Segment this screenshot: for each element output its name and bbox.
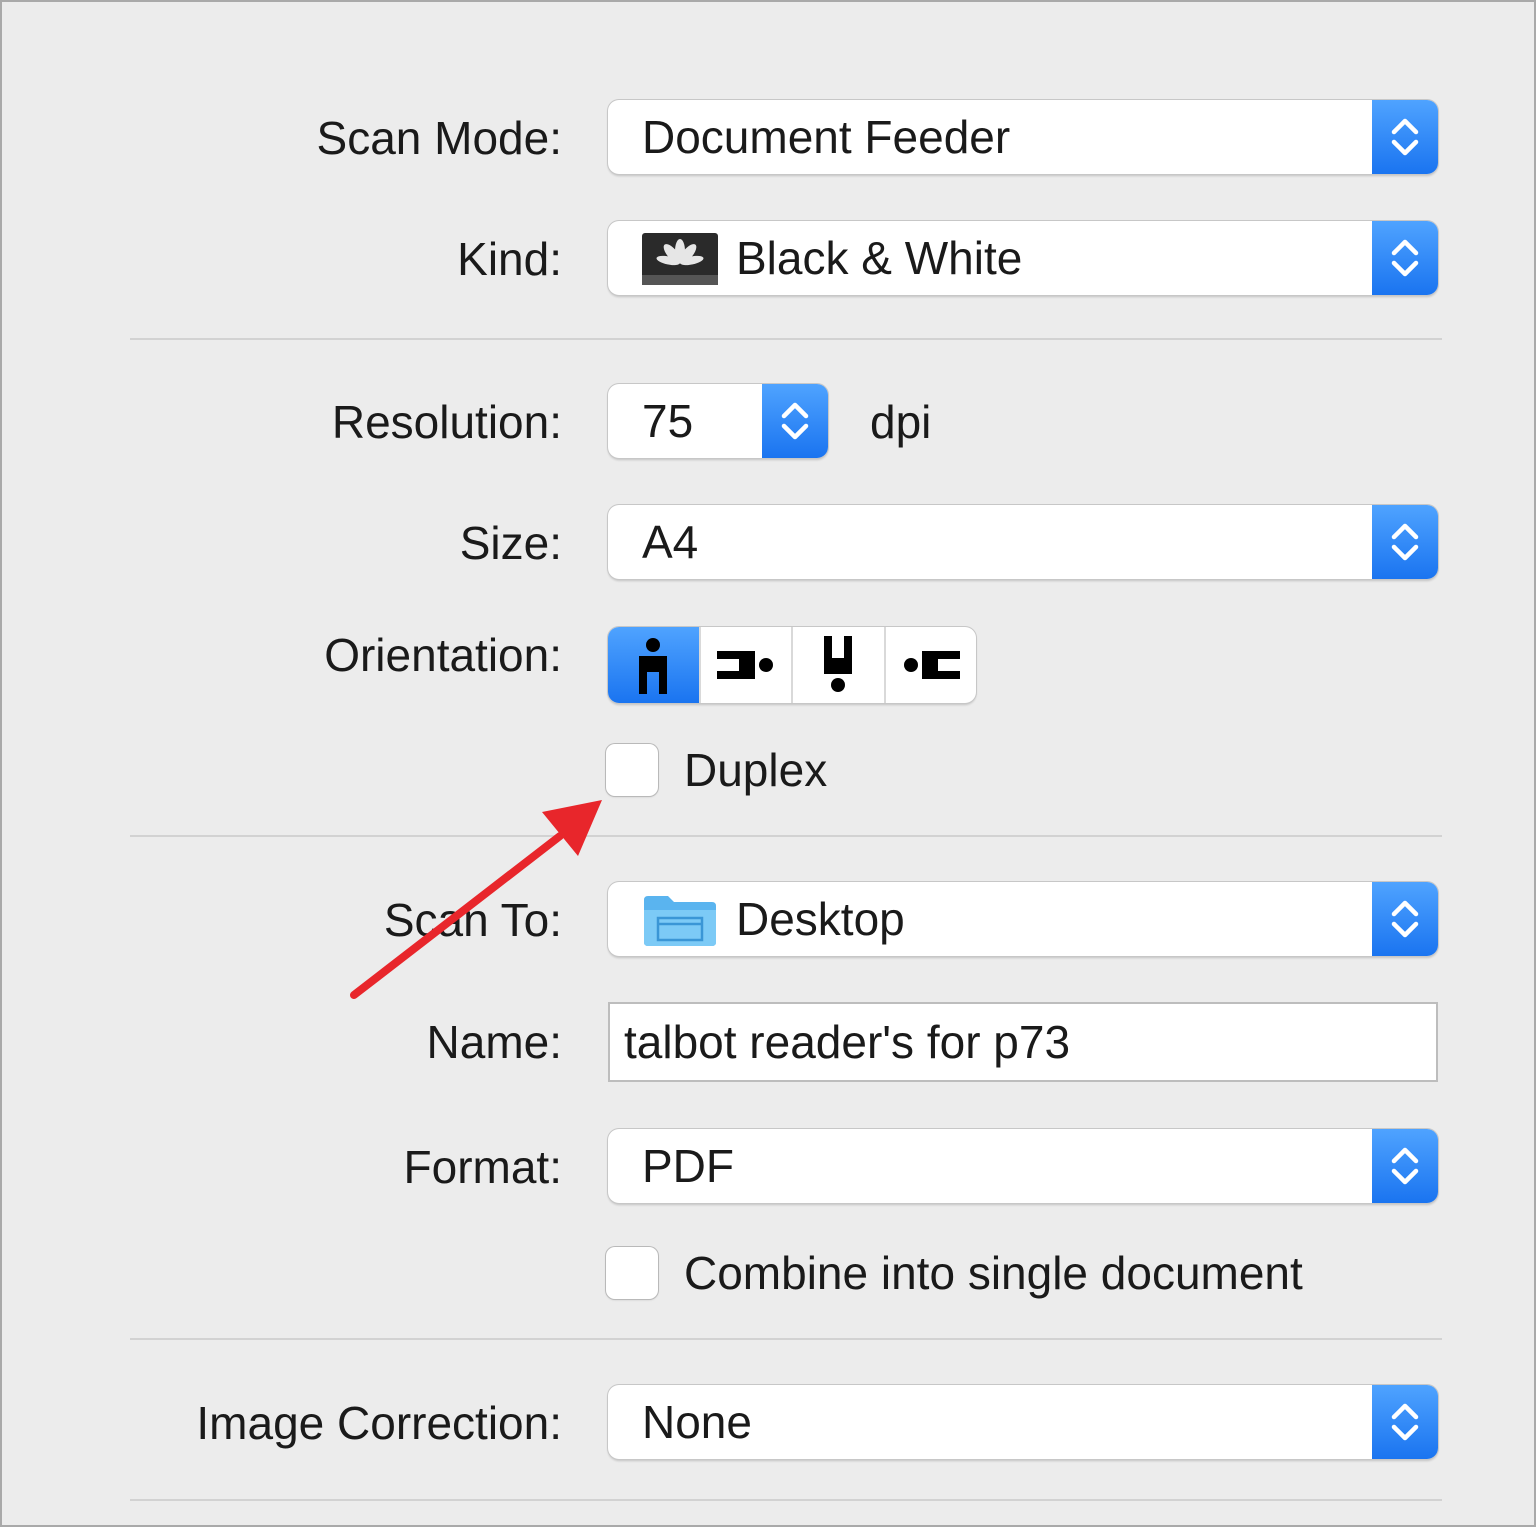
- section-divider: [130, 1499, 1442, 1501]
- size-label: Size:: [459, 517, 562, 569]
- chevron-up-down-icon: [1372, 100, 1438, 174]
- resolution-stepper[interactable]: 75: [608, 384, 828, 458]
- chevron-up-down-icon: [1372, 1129, 1438, 1203]
- name-input[interactable]: [610, 1004, 1436, 1080]
- size-value: A4: [642, 516, 699, 568]
- scanner-settings-panel: Scan Mode: Document Feeder Kind: Black &…: [0, 0, 1536, 1527]
- folder-icon: [644, 896, 716, 946]
- duplex-checkbox[interactable]: [606, 744, 658, 796]
- chevron-up-down-icon[interactable]: [762, 384, 828, 458]
- duplex-label: Duplex: [684, 744, 828, 796]
- orientation-portrait-button[interactable]: [608, 627, 699, 703]
- scan-to-label: Scan To:: [383, 894, 562, 946]
- scan-to-popup[interactable]: Desktop: [608, 882, 1438, 956]
- orientation-upside-down-button[interactable]: [791, 627, 884, 703]
- name-label: Name:: [426, 1016, 562, 1068]
- orientation-segmented-control: [608, 627, 976, 703]
- image-correction-value: None: [642, 1396, 752, 1448]
- kind-label: Kind:: [457, 233, 562, 285]
- section-divider: [130, 338, 1442, 340]
- person-upside-down-icon: [824, 636, 853, 692]
- person-upright-icon: [639, 638, 668, 694]
- scan-mode-value: Document Feeder: [642, 111, 1011, 163]
- flower-bw-thumbnail-icon: [642, 233, 718, 285]
- chevron-up-down-icon: [1372, 882, 1438, 956]
- combine-label: Combine into single document: [684, 1247, 1303, 1299]
- image-correction-popup[interactable]: None: [608, 1385, 1438, 1459]
- kind-popup[interactable]: Black & White: [608, 221, 1438, 295]
- chevron-up-down-icon: [1372, 1385, 1438, 1459]
- combine-checkbox[interactable]: [606, 1247, 658, 1299]
- person-rotated-right-icon: [903, 651, 960, 679]
- resolution-value: 75: [642, 395, 694, 447]
- resolution-label: Resolution:: [331, 396, 562, 448]
- image-correction-label: Image Correction:: [196, 1397, 562, 1449]
- format-value: PDF: [642, 1140, 734, 1192]
- chevron-up-down-icon: [1372, 505, 1438, 579]
- orientation-rotate-left-button[interactable]: [698, 627, 792, 703]
- resolution-unit: dpi: [870, 396, 932, 448]
- orientation-rotate-right-button[interactable]: [883, 627, 977, 703]
- section-divider: [130, 1338, 1442, 1340]
- format-popup[interactable]: PDF: [608, 1129, 1438, 1203]
- scan-mode-label: Scan Mode:: [316, 112, 562, 164]
- section-divider: [130, 835, 1442, 837]
- scan-mode-popup[interactable]: Document Feeder: [608, 100, 1438, 174]
- size-popup[interactable]: A4: [608, 505, 1438, 579]
- orientation-label: Orientation:: [324, 629, 562, 681]
- format-label: Format:: [403, 1141, 562, 1193]
- chevron-up-down-icon: [1372, 221, 1438, 295]
- kind-value: Black & White: [736, 232, 1023, 284]
- name-field[interactable]: [608, 1002, 1438, 1082]
- scan-to-value: Desktop: [736, 893, 905, 945]
- person-rotated-left-icon: [716, 651, 773, 679]
